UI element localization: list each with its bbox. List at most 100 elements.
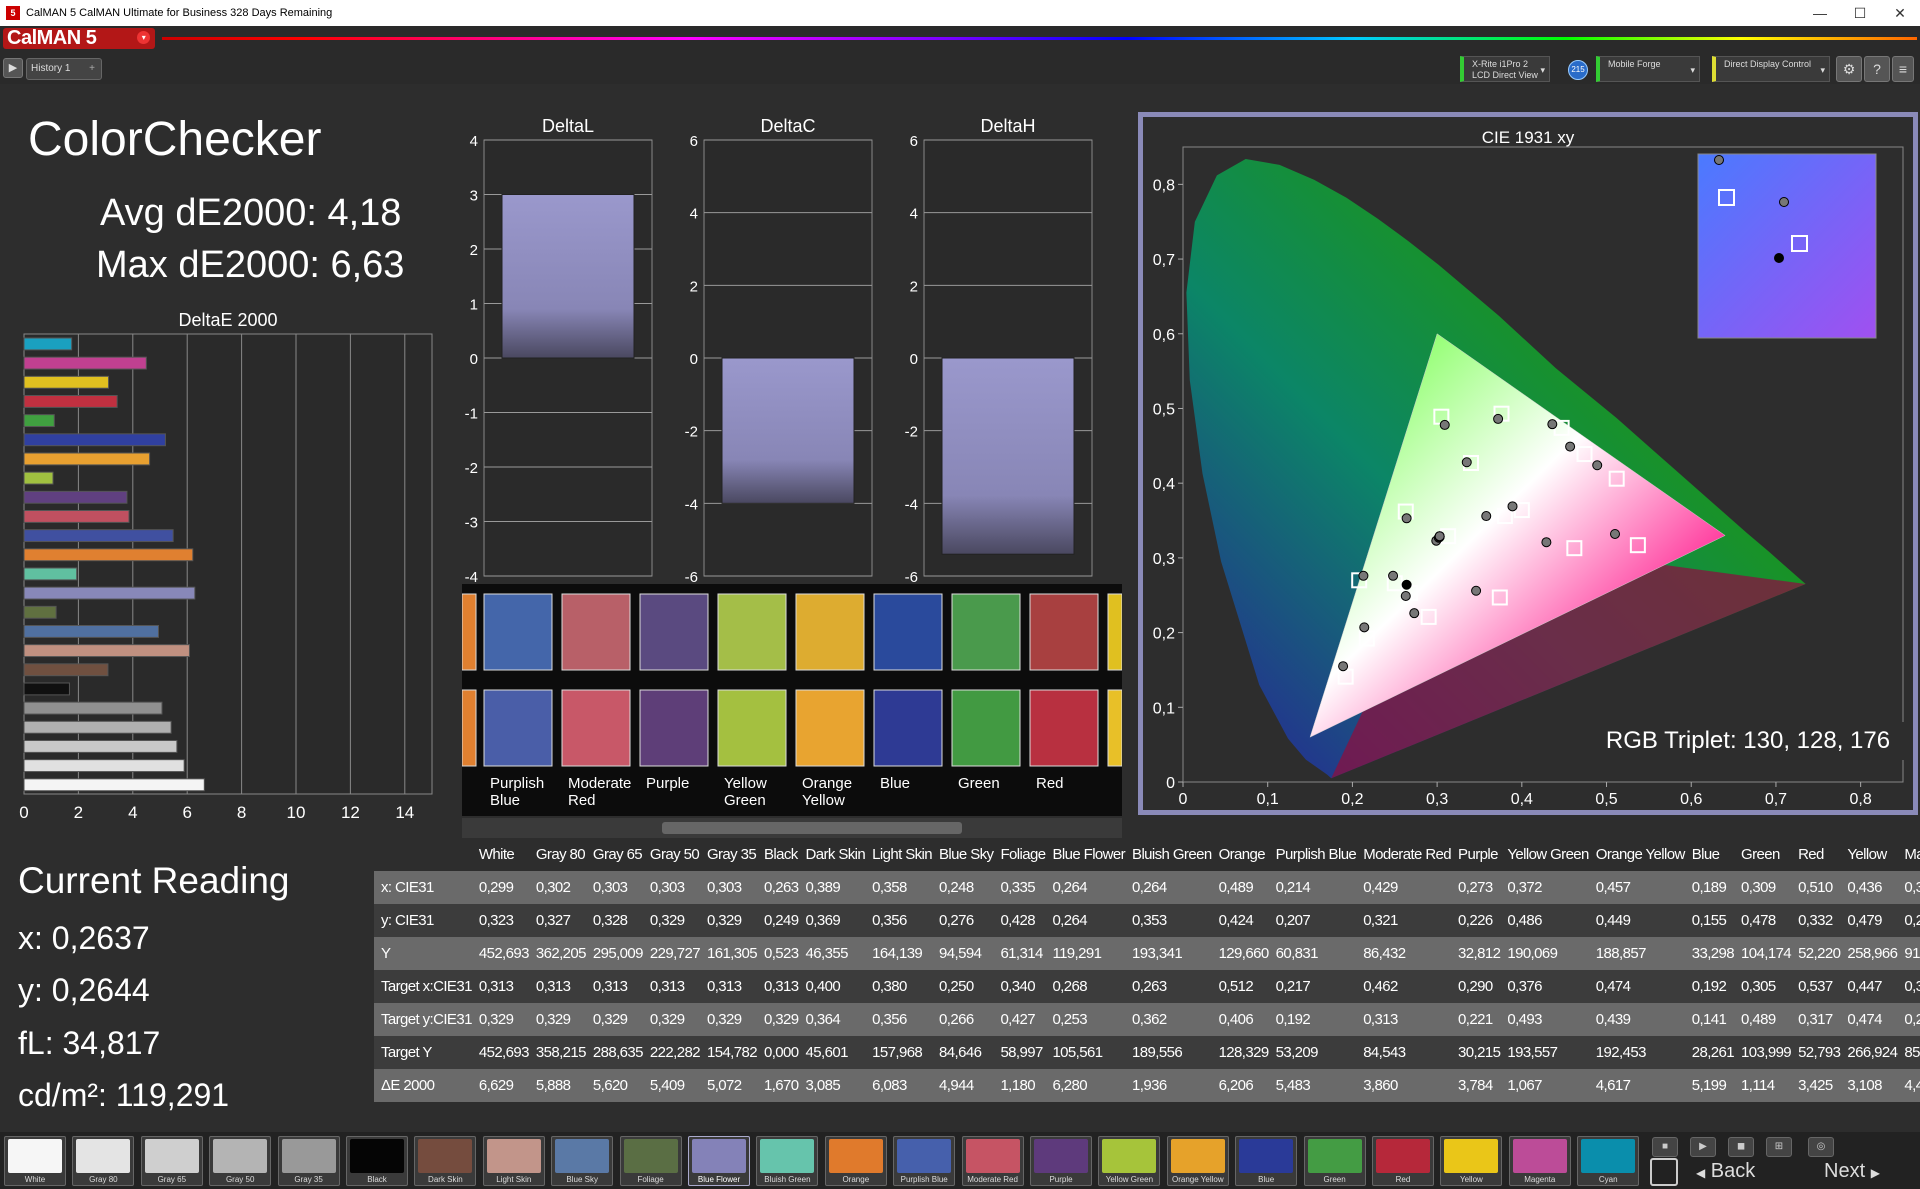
measured-swatch [1029,689,1099,767]
stop-square-icon[interactable] [1650,1158,1678,1186]
next-arrow-icon: ▶ [1870,1166,1880,1180]
table-cell: 0,427 [1000,1011,1035,1028]
swatch-strip[interactable]: PurplishBlueModerateRedPurple YellowGreen… [462,584,1122,838]
calman-logo-menu[interactable]: CalMAN 5 ▾ [3,28,155,49]
minimize-button[interactable]: — [1800,3,1840,23]
measured-point [1541,537,1552,548]
measured-swatch [561,689,631,767]
column-header: Gray 50 [649,846,700,863]
patch-orange-yellow[interactable]: Orange Yellow [1166,1136,1229,1186]
play-icon[interactable]: ▶ [1690,1137,1716,1157]
patch-color [1170,1139,1225,1173]
target-icon[interactable]: ◎ [1808,1137,1834,1157]
table-cell: 3,108 [1847,1077,1882,1094]
table-cell: 3,860 [1363,1077,1398,1094]
source-selector[interactable]: Mobile Forge ▾ [1596,56,1700,82]
table-cell: 4,944 [939,1077,974,1094]
patch-purple[interactable]: Purple [1030,1136,1092,1186]
table-cell: 33,298 [1691,945,1735,962]
patch-gray-35[interactable]: Gray 35 [277,1136,340,1186]
table-cell: 0,424 [1218,912,1254,929]
deltal-tick-label: -4 [465,569,478,582]
table-cell: 0,510 [1798,879,1833,896]
deltae-bar-dark-skin [23,663,109,677]
deltal-chart: DeltaL 4 3 2 1 0 -1 -2 -3 -4 [465,116,653,582]
stop-icon[interactable]: ◼ [1728,1137,1754,1157]
play-icon[interactable]: ▶ [3,58,23,78]
patch-light-skin[interactable]: Light Skin [482,1136,545,1186]
table-cell: 0,192 [1275,1011,1311,1028]
patch-label: Red [1395,1175,1411,1184]
patch-black[interactable]: Black [346,1136,408,1186]
table-cell: 0,356 [872,1011,907,1028]
next-button[interactable]: Next ▶ [1824,1160,1880,1183]
target-swatch [462,593,477,671]
table-cell: 0,253 [1052,1011,1087,1028]
meter-badge[interactable]: 215 [1568,60,1588,80]
patch-cyan[interactable]: Cyan [1577,1136,1640,1186]
patch-moderate-red[interactable]: Moderate Red [961,1136,1024,1186]
help-icon[interactable]: ? [1864,56,1890,82]
swatch-label: Purplish [490,775,544,792]
patch-white[interactable]: White [4,1136,66,1186]
patch-label: Light Skin [496,1175,532,1184]
back-arrow-icon: ◀ [1696,1166,1706,1180]
patch-gray-80[interactable]: Gray 80 [72,1136,135,1186]
deltae-bar-white [23,778,205,792]
patch-dark-skin[interactable]: Dark Skin [414,1136,477,1186]
patch-purplish-blue[interactable]: Purplish Blue [893,1136,956,1186]
patch-magenta[interactable]: Magenta [1508,1136,1571,1186]
table-cell: 3,784 [1458,1077,1493,1094]
capture-icon[interactable]: ■ [1652,1137,1678,1157]
settings-gear-icon[interactable]: ⚙ [1836,56,1862,82]
cie-chart-frame: CIE 1931 xy 0 0,1 0,2 0,3 0,4 0,5 0,6 0,7 0,8 0 0,1… [1138,112,1918,815]
cie-y-tick-label: 0,7 [1153,252,1175,269]
reading-x: x: 0,2637 [18,920,150,956]
patch-gray-50[interactable]: Gray 50 [209,1136,272,1186]
table-cell: 5,199 [1691,1077,1727,1094]
more-icon[interactable]: ≡ [1892,56,1914,82]
table-cell: 6,206 [1218,1077,1254,1094]
table-cell: 129,660 [1218,945,1270,962]
deltac-tick-label: 4 [690,206,698,223]
patch-blue-flower[interactable]: Blue Flower [688,1136,750,1186]
table-cell: 0,313 [706,978,742,995]
patch-label: Foliage [637,1175,664,1184]
h-scrollbar-thumb [662,822,962,834]
table-cell: 52,793 [1798,1044,1841,1061]
patch-blue[interactable]: Blue [1235,1136,1298,1186]
measured-point [1779,197,1789,207]
patch-green[interactable]: Green [1303,1136,1366,1186]
table-cell: 0,309 [1741,879,1776,896]
patch-bluish-green[interactable]: Bluish Green [756,1136,819,1186]
close-button[interactable]: ✕ [1880,3,1920,23]
patch-yellow[interactable]: Yellow [1440,1136,1503,1186]
grid-icon[interactable]: ⊞ [1766,1137,1792,1157]
patch-yellow-green[interactable]: Yellow Green [1098,1136,1161,1186]
table-cell: 0,249 [763,912,799,929]
maximize-button[interactable]: ☐ [1840,3,1880,23]
patch-blue-sky[interactable]: Blue Sky [551,1136,614,1186]
add-tab-icon[interactable]: + [89,59,95,79]
back-button[interactable]: ◀ Back [1696,1160,1755,1183]
patch-color [1307,1139,1362,1173]
table-cell: 0,406 [1218,1011,1254,1028]
meter-selector[interactable]: X-Rite i1Pro 2 LCD Direct View ▾ [1460,56,1550,82]
table-row: Target x:CIE31 0,313 0,313 0,313 0,313 0,313 0… [374,970,1920,1003]
deltah-tick-label: 2 [910,278,918,295]
patch-orange[interactable]: Orange [824,1136,887,1186]
patch-gray-65[interactable]: Gray 65 [140,1136,203,1186]
patch-red[interactable]: Red [1372,1136,1434,1186]
table-cell: 0,155 [1691,912,1727,929]
table-cell: 60,831 [1275,945,1319,962]
target-swatch [717,593,787,671]
tab-history-1[interactable]: History 1 + [26,58,102,80]
table-cell: 358,215 [535,1044,587,1061]
column-header: Purple [1458,846,1498,863]
swatch-label: Yellow [802,792,845,809]
table-cell: 0,537 [1798,978,1833,995]
table-cell: 0,462 [1363,978,1398,995]
display-selector[interactable]: Direct Display Control ▾ [1712,56,1830,82]
table-cell: 1,180 [1000,1077,1035,1094]
patch-foliage[interactable]: Foliage [619,1136,682,1186]
